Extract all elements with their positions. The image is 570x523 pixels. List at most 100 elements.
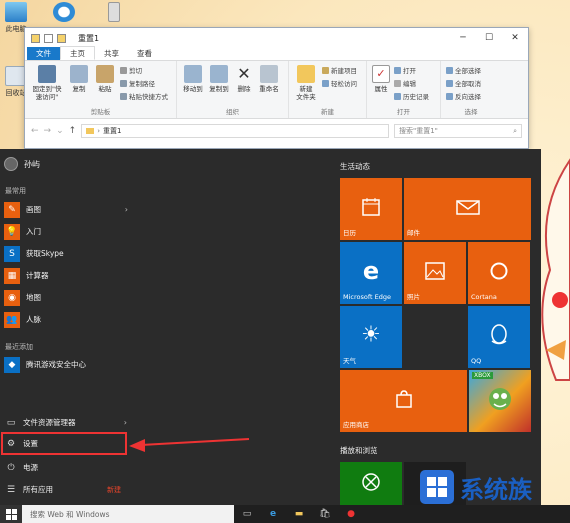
copy-to-label: 复制到 xyxy=(209,85,229,93)
annotation-arrow xyxy=(129,438,250,452)
new-folder-quick-icon[interactable] xyxy=(57,33,66,43)
tab-home[interactable]: 主页 xyxy=(60,46,95,60)
cut-button[interactable]: 剪切 xyxy=(120,65,168,75)
tile-weather[interactable]: ☀ 天气 xyxy=(340,306,402,368)
select-none-icon xyxy=(446,79,453,87)
easy-access-button[interactable]: 轻松访问 xyxy=(322,78,357,88)
address-bar[interactable]: › 重置1 xyxy=(81,124,389,138)
app-item-skype[interactable]: S 获取Skype xyxy=(4,244,128,263)
start-menu: 孙屿 最常用 ✎ 画图 › 💡 入门 S 获取Skype ▦ 计算器 ◉ 地图 … xyxy=(0,149,541,505)
tile-xbox[interactable] xyxy=(340,462,402,505)
tile-xbox-game[interactable]: XBOX xyxy=(469,370,531,432)
tab-file[interactable]: 文件 xyxy=(27,47,60,60)
app-item-calculator[interactable]: ▦ 计算器 xyxy=(4,266,128,285)
tile-edge[interactable]: e Microsoft Edge xyxy=(340,242,402,304)
app-item-maps[interactable]: ◉ 地图 xyxy=(4,288,128,307)
calendar-icon xyxy=(362,197,380,216)
select-all-button[interactable]: 全部选择 xyxy=(446,65,481,75)
back-icon[interactable]: ← xyxy=(31,126,39,136)
file-explorer-window: 重置1 ─ ☐ ✕ 文件 主页 共享 查看 固定到"快速访问" 复制 粘贴 剪切… xyxy=(24,27,529,149)
tab-view[interactable]: 查看 xyxy=(128,47,161,60)
app-item-get-started[interactable]: 💡 入门 xyxy=(4,222,128,241)
tile-calendar[interactable]: 日历 xyxy=(340,178,402,240)
tile-label: 邮件 xyxy=(407,229,420,237)
app-label: 地图 xyxy=(26,293,41,302)
select-none-label: 全部取消 xyxy=(455,80,481,88)
close-button[interactable]: ✕ xyxy=(502,33,528,43)
xbox-icon xyxy=(362,473,380,491)
select-none-button[interactable]: 全部取消 xyxy=(446,78,481,88)
maximize-button[interactable]: ☐ xyxy=(476,33,502,43)
tab-share[interactable]: 共享 xyxy=(95,47,128,60)
taskbar-search-placeholder: 搜索 Web 和 Windows xyxy=(30,509,110,519)
tile-label: Microsoft Edge xyxy=(343,293,392,301)
tile-label: 应用商店 xyxy=(343,421,369,429)
new-item-button[interactable]: 新建项目 xyxy=(322,65,357,75)
tile-label: 日历 xyxy=(343,229,356,237)
tile-photos[interactable]: 照片 xyxy=(404,242,466,304)
desktop-icon-device[interactable] xyxy=(100,2,128,24)
edge-taskbar-icon[interactable]: e xyxy=(260,505,286,523)
history-button[interactable]: 历史记录 xyxy=(394,91,429,101)
tile-cortana[interactable]: Cortana xyxy=(468,242,530,304)
new-item-icon xyxy=(322,66,329,74)
all-apps-icon: ☰ xyxy=(6,484,16,495)
tile-label: 照片 xyxy=(407,293,420,301)
weather-icon: ☀ xyxy=(361,322,381,348)
ribbon-group-new: 新建 文件夹 新建项目 轻松访问 新建 xyxy=(289,61,367,118)
tile-qq[interactable]: QQ xyxy=(468,306,530,368)
user-account[interactable]: 孙屿 xyxy=(4,157,40,171)
delete-label: 删除 xyxy=(237,85,251,93)
desktop-icon-browser[interactable] xyxy=(50,2,78,24)
app-label: 入门 xyxy=(26,227,41,236)
people-icon: 👥 xyxy=(4,311,20,328)
up-icon[interactable]: ↑ xyxy=(69,126,77,136)
photos-icon xyxy=(425,261,445,280)
app-item-tencent-game-security[interactable]: ◆ 腾讯游戏安全中心 xyxy=(4,355,128,374)
app-taskbar-icon[interactable]: ● xyxy=(338,505,364,523)
tile-mail[interactable]: 邮件 xyxy=(404,178,531,240)
watermark-text: 系统族 xyxy=(460,476,533,504)
folder-icon xyxy=(31,33,40,43)
copy-to-icon xyxy=(210,65,228,83)
open-button[interactable]: 打开 xyxy=(394,65,429,75)
invert-selection-button[interactable]: 反向选择 xyxy=(446,91,481,101)
system-item-file-explorer[interactable]: ▭ 文件资源管理器 › xyxy=(3,413,127,432)
recent-locations-icon[interactable]: ⌄ xyxy=(56,126,64,136)
chevron-right-icon[interactable]: › xyxy=(124,418,127,427)
task-view-icon[interactable]: ▭ xyxy=(234,505,260,523)
app-item-people[interactable]: 👥 人脉 xyxy=(4,310,128,329)
file-explorer-taskbar-icon[interactable]: ▬ xyxy=(286,505,312,523)
tiles-heading-life: 生活动态 xyxy=(340,162,370,171)
start-button[interactable] xyxy=(0,505,22,523)
edit-button[interactable]: 编辑 xyxy=(394,78,429,88)
tile-store[interactable]: 应用商店 xyxy=(340,370,467,432)
paste-shortcut-button[interactable]: 粘贴快捷方式 xyxy=(120,91,168,101)
taskbar-search-input[interactable]: 搜索 Web 和 Windows xyxy=(22,505,234,523)
mail-icon xyxy=(455,199,480,215)
most-used-heading: 最常用 xyxy=(5,187,26,195)
new-folder-label: 新建 文件夹 xyxy=(296,85,316,101)
minimize-button[interactable]: ─ xyxy=(450,33,476,43)
app-label: 腾讯游戏安全中心 xyxy=(26,360,86,369)
chevron-right-icon[interactable]: › xyxy=(125,205,128,214)
app-item-paint[interactable]: ✎ 画图 › xyxy=(4,200,128,219)
system-label: 电源 xyxy=(23,463,38,472)
move-to-icon xyxy=(184,65,202,83)
maps-icon: ◉ xyxy=(4,289,20,306)
copy-path-label: 复制路径 xyxy=(129,80,155,88)
tile-label: QQ xyxy=(471,357,482,365)
system-item-power[interactable]: ⏻ 电源 xyxy=(3,458,127,477)
title-bar: 重置1 ─ ☐ ✕ xyxy=(25,28,528,48)
paste-shortcut-icon xyxy=(120,92,127,100)
forward-icon[interactable]: → xyxy=(44,126,52,136)
group-name-new: 新建 xyxy=(321,108,334,116)
copy-path-button[interactable]: 复制路径 xyxy=(120,78,168,88)
store-taskbar-icon[interactable]: 🛍 xyxy=(312,505,338,523)
search-input[interactable]: 搜索"重置1" ⌕ xyxy=(394,124,522,138)
system-item-all-apps[interactable]: ☰ 所有应用 新建 xyxy=(3,480,127,499)
edit-label: 编辑 xyxy=(403,80,416,88)
cut-label: 剪切 xyxy=(129,67,142,75)
properties-quick-icon[interactable] xyxy=(44,33,53,43)
group-name-select: 选择 xyxy=(464,108,478,116)
